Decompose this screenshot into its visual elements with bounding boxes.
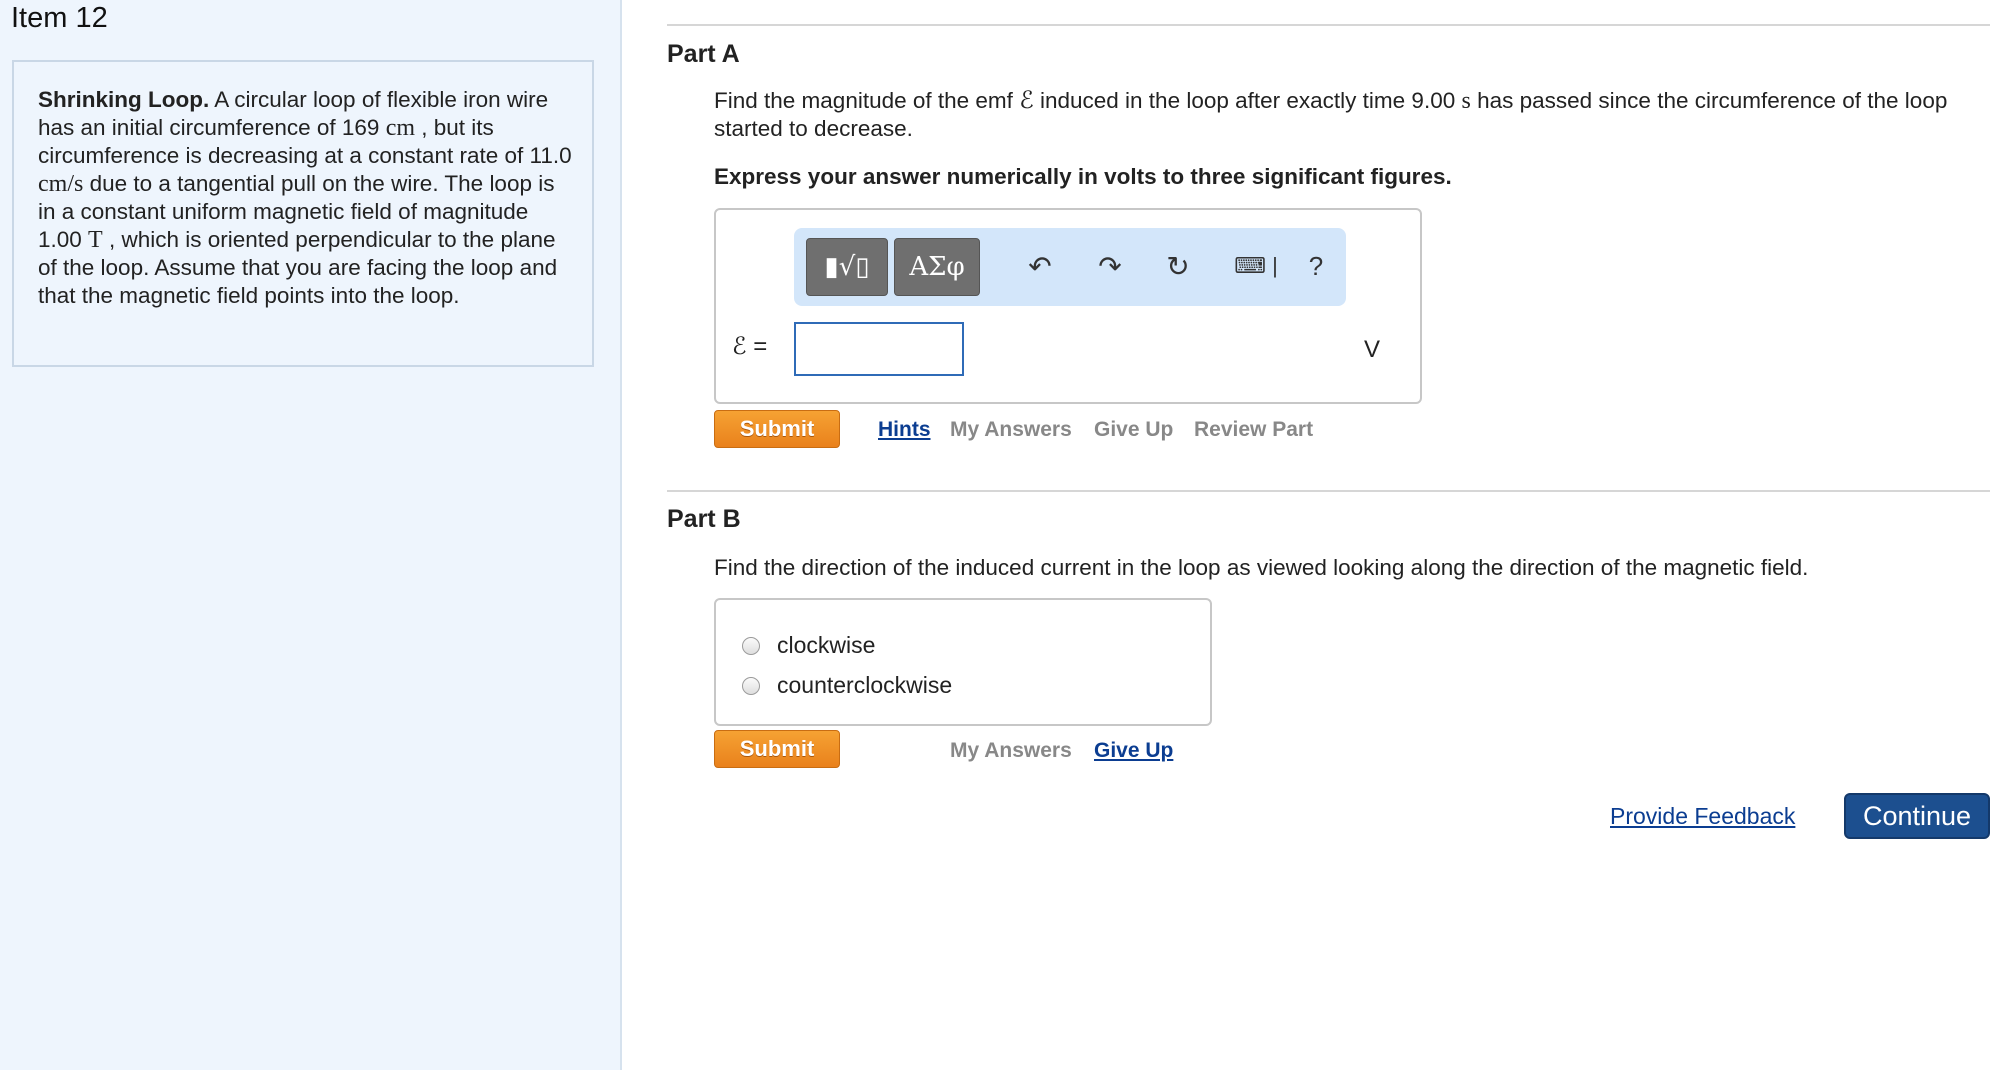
problem-intro-box: Shrinking Loop. A circular loop of flexi… [12,60,594,367]
intro-unit-cm-per-s: cm/s [38,171,84,197]
math-toolbar: ▮√▯ ΑΣφ ↶ ↷ ↻ ⌨ | ? [794,228,1346,306]
part-a-give-up-link[interactable]: Give Up [1094,418,1173,442]
intro-unit-tesla: T [88,227,103,253]
option-label: counterclockwise [777,672,953,698]
radio-button[interactable] [742,676,760,695]
part-b-submit-button[interactable]: Submit [714,730,840,768]
answer-box: ▮√▯ ΑΣφ ↶ ↷ ↻ ⌨ | ? ℰ = V [714,208,1422,404]
item-title: Item 12 [11,2,108,34]
provide-feedback-link[interactable]: Provide Feedback [1610,803,1795,830]
intro-heading: Shrinking Loop. [38,87,210,112]
greek-symbols-icon: ΑΣφ [909,252,965,282]
intro-text-4: , which is oriented perpendicular to the… [38,227,558,308]
choice-box: clockwise counterclockwise [714,598,1212,726]
answer-unit: V [1364,336,1381,363]
greek-symbols-button[interactable]: ΑΣφ [894,238,980,296]
part-a-label: Part A [667,40,740,68]
part-a-submit-button[interactable]: Submit [714,410,840,448]
part-a-question-text-2: induced in the loop after exactly time 9… [1033,88,1462,113]
part-a-my-answers-link[interactable]: My Answers [950,418,1072,442]
reset-icon[interactable]: ↻ [1160,248,1196,284]
emf-answer-label: ℰ = [732,333,768,360]
keyboard-icon[interactable]: ⌨ | [1224,248,1288,284]
hints-link[interactable]: Hints [878,418,931,442]
option-clockwise[interactable]: clockwise [742,632,875,659]
redo-icon[interactable]: ↷ [1092,248,1128,284]
part-b-my-answers-link[interactable]: My Answers [950,739,1072,763]
time-unit: s [1461,88,1471,114]
part-a-question-text-1: Find the magnitude of the emf [714,88,1020,113]
part-a-instruction: Express your answer numerically in volts… [714,164,1452,189]
option-label: clockwise [777,632,876,658]
review-part-link[interactable]: Review Part [1194,418,1313,442]
undo-icon[interactable]: ↶ [1022,248,1058,284]
help-icon[interactable]: ? [1298,248,1334,284]
emf-answer-input[interactable] [794,322,964,376]
part-b-question: Find the direction of the induced curren… [714,555,1809,580]
option-counterclockwise[interactable]: counterclockwise [742,672,952,699]
continue-button[interactable]: Continue [1844,793,1990,839]
part-b-label: Part B [667,505,741,533]
part-a-question: Find the magnitude of the emf ℰ induced … [714,87,1984,143]
part-b-divider [667,490,1990,492]
problem-intro-text: Shrinking Loop. A circular loop of flexi… [38,86,578,310]
templates-button[interactable]: ▮√▯ [806,238,888,296]
emf-symbol: ℰ [1019,88,1034,114]
intro-unit-cm: cm [385,115,416,141]
radio-button[interactable] [742,636,760,655]
part-a-divider [667,24,1990,26]
left-panel: Item 12 Shrinking Loop. A circular loop … [0,0,622,1070]
templates-icon: ▮√▯ [824,252,870,282]
part-b-give-up-link[interactable]: Give Up [1094,739,1173,763]
